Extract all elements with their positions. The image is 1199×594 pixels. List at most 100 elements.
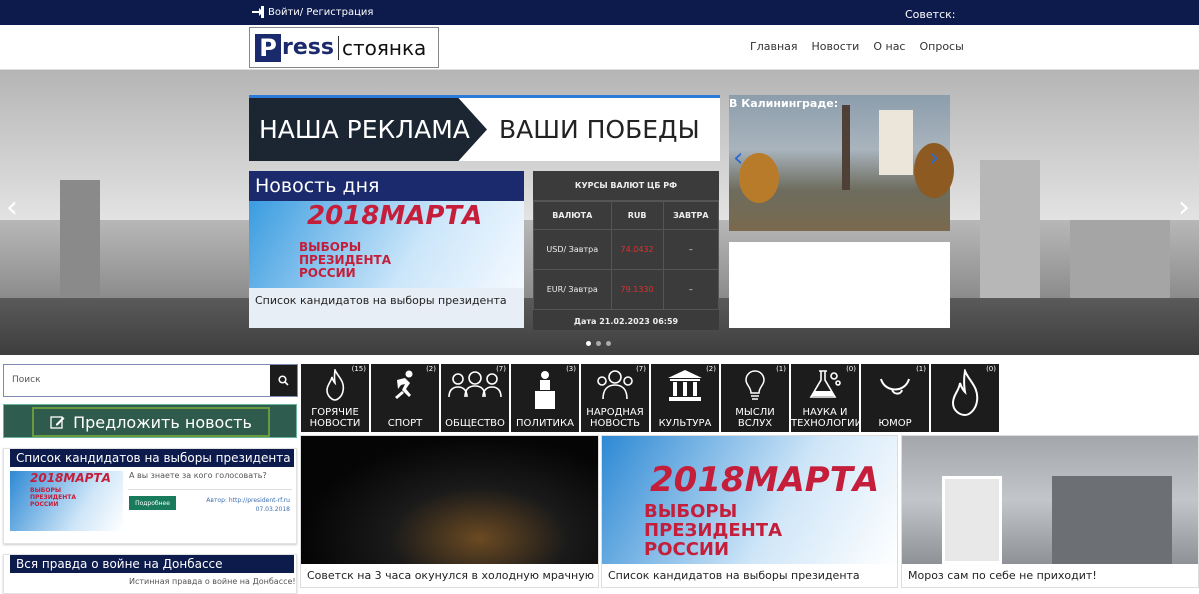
sidebar-card[interactable]: Список кандидатов на выборы президента 2… xyxy=(3,448,297,544)
category-peoples-news[interactable]: (7) НАРОДНАЯ НОВОСТЬ xyxy=(581,364,649,432)
logo-ress: ress xyxy=(282,35,334,60)
logo-stoyanka: стоянка xyxy=(337,35,426,60)
flame-icon xyxy=(951,369,979,417)
category-sport[interactable]: (2) СПОРТ xyxy=(371,364,439,432)
currency-row-usd: USD/ Завтра 74.0432 – xyxy=(533,229,720,270)
slider-dot[interactable] xyxy=(606,341,611,346)
hero-prev-arrow[interactable]: ‹ xyxy=(6,190,18,225)
church-image xyxy=(879,110,913,175)
currency-widget: КУРСЫ ВАЛЮТ ЦБ РФ ВАЛЮТА RUB ЗАВТРА USD/… xyxy=(533,171,720,330)
column-image xyxy=(842,105,850,190)
fire-icon xyxy=(326,369,345,401)
nav-polls[interactable]: Опросы xyxy=(919,40,963,53)
login-icon xyxy=(252,6,264,18)
kaliningrad-next-arrow[interactable]: › xyxy=(929,143,939,173)
tree-image xyxy=(739,153,779,203)
city-selector[interactable]: Советск: xyxy=(905,8,955,21)
category-humor[interactable]: (1) ЮМОР xyxy=(861,364,929,432)
currency-tomorrow: – xyxy=(662,269,720,310)
tile-text: ВЫБОРЫ ПРЕЗИДЕНТА РОССИИ xyxy=(644,501,783,560)
divider xyxy=(128,489,292,490)
news-tile[interactable]: Советск на 3 часа окунулся в холодную мр… xyxy=(300,435,599,588)
news-tile-caption[interactable]: Советск на 3 часа окунулся в холодную мр… xyxy=(307,569,598,582)
thumb-date: 2018МАРТА xyxy=(30,471,111,485)
search-box: Поиск xyxy=(3,364,298,397)
search-input[interactable]: Поиск xyxy=(12,375,41,385)
crowd-icon xyxy=(597,370,633,400)
kaliningrad-blank-panel xyxy=(729,242,950,328)
suggest-news-label: Предложить новость xyxy=(73,412,252,432)
logo-p: P xyxy=(255,33,281,62)
museum-icon xyxy=(668,370,702,401)
slider-dots xyxy=(586,341,611,346)
flask-icon xyxy=(809,370,841,398)
category-bar: (15) ГОРЯЧИЕ НОВОСТИ (2) СПОРТ (7) ОБЩЕС… xyxy=(301,364,999,432)
nav-news[interactable]: Новости xyxy=(812,40,860,53)
edit-icon xyxy=(50,415,65,429)
nav-home[interactable]: Главная xyxy=(750,40,798,53)
login-link[interactable]: Войти/ Регистрация xyxy=(251,5,373,19)
category-thoughts[interactable]: (1) МЫСЛИ ВСЛУХ xyxy=(721,364,789,432)
sidebar-card[interactable]: Вся правда о войне на Донбассе Истинная … xyxy=(3,554,297,594)
people-icon xyxy=(448,371,502,398)
election-image: 2018МАРТА ВЫБОРЫ ПРЕЗИДЕНТА РОССИИ xyxy=(602,436,897,564)
ad-banner[interactable]: НАША РЕКЛАМА ВАШИ ПОБЕДЫ xyxy=(249,95,720,161)
top-bar: Войти/ Регистрация Советск: xyxy=(0,0,1199,25)
slider-dot[interactable] xyxy=(586,341,591,346)
currency-table: ВАЛЮТА RUB ЗАВТРА USD/ Завтра 74.0432 – … xyxy=(533,201,720,310)
kaliningrad-prev-arrow[interactable]: ‹ xyxy=(733,143,743,173)
runner-icon xyxy=(395,370,413,399)
currency-title: КУРСЫ ВАЛЮТ ЦБ РФ xyxy=(533,171,719,201)
news-image-date: 2018МАРТА xyxy=(307,201,483,231)
sidebar-card-thumb[interactable]: 2018МАРТА ВЫБОРЫ ПРЕЗИДЕНТА РОССИИ xyxy=(10,471,123,531)
search-icon xyxy=(278,375,289,386)
ad-right-text: ВАШИ ПОБЕДЫ xyxy=(499,115,700,144)
tile-date: 2018МАРТА xyxy=(650,460,880,500)
sidebar-card-title[interactable]: Список кандидатов на выборы президента xyxy=(10,449,294,467)
thumb-text: ВЫБОРЫ ПРЕЗИДЕНТА РОССИИ xyxy=(30,487,77,508)
category-hot-news[interactable]: (15) ГОРЯЧИЕ НОВОСТИ xyxy=(301,364,369,432)
search-button[interactable] xyxy=(270,365,297,396)
more-button[interactable]: Подробнее xyxy=(129,496,176,510)
kaliningrad-slider: В Калининграде: ‹ › xyxy=(729,95,954,231)
news-of-day-image: 2018МАРТА ВЫБОРЫ ПРЕЗИДЕНТА РОССИИ xyxy=(249,201,524,288)
sidebar-card-question: А вы знаете за кого голосовать? xyxy=(129,471,267,480)
currency-row-eur: EUR/ Завтра 79.1330 – xyxy=(533,269,720,310)
currency-rate: 79.1330 xyxy=(610,269,664,310)
news-of-day-caption[interactable]: Список кандидатов на выборы президента xyxy=(255,294,507,307)
currency-tomorrow: – xyxy=(662,229,720,270)
speaker-icon xyxy=(535,371,555,409)
main-nav: Главная Новости О нас Опросы xyxy=(750,40,978,53)
site-header: P ress стоянка Главная Новости О нас Опр… xyxy=(0,25,1199,70)
site-logo[interactable]: P ress стоянка xyxy=(249,27,439,68)
news-tile-caption[interactable]: Мороз сам по себе не приходит! xyxy=(908,569,1097,582)
frozen-door-image xyxy=(902,436,1198,564)
bulb-icon xyxy=(745,370,765,400)
category-society[interactable]: (7) ОБЩЕСТВО xyxy=(441,364,509,432)
category-politics[interactable]: (3) ПОЛИТИКА xyxy=(511,364,579,432)
news-tile[interactable]: Мороз сам по себе не приходит! xyxy=(901,435,1199,588)
login-label: Войти/ Регистрация xyxy=(268,6,374,18)
suggest-news-inner: Предложить новость xyxy=(32,407,270,437)
nav-about[interactable]: О нас xyxy=(873,40,905,53)
currency-rate: 74.0432 xyxy=(610,229,664,270)
ad-left-text: НАША РЕКЛАМА xyxy=(249,98,487,161)
currency-header: ЗАВТРА xyxy=(662,201,720,230)
slider-dot[interactable] xyxy=(596,341,601,346)
hero-next-arrow[interactable]: › xyxy=(1178,190,1190,225)
currency-name: USD/ Завтра xyxy=(533,229,612,270)
news-tile-caption[interactable]: Список кандидатов на выборы президента xyxy=(608,569,860,582)
category-science[interactable]: (0) НАУКА И ТЕХНОЛОГИИ xyxy=(791,364,862,432)
news-of-day-title: Новость дня xyxy=(249,171,524,201)
currency-header: ВАЛЮТА xyxy=(533,201,612,230)
suggest-news-button[interactable]: Предложить новость xyxy=(3,404,297,438)
sidebar-card-author: Автор: http://president-rf.ru 07.03.2018 xyxy=(206,497,290,513)
kaliningrad-title: В Калининграде: xyxy=(729,97,839,110)
category-flame[interactable]: (0) xyxy=(931,364,999,432)
news-tile[interactable]: 2018МАРТА ВЫБОРЫ ПРЕЗИДЕНТА РОССИИ Списо… xyxy=(601,435,898,588)
news-of-day[interactable]: Новость дня 2018МАРТА ВЫБОРЫ ПРЕЗИДЕНТА … xyxy=(249,171,524,328)
night-city-image xyxy=(301,436,598,564)
sidebar-card-title[interactable]: Вся правда о войне на Донбассе xyxy=(10,555,294,573)
category-culture[interactable]: (2) КУЛЬТУРА xyxy=(651,364,719,432)
news-image-text: ВЫБОРЫ ПРЕЗИДЕНТА РОССИИ xyxy=(299,240,392,280)
